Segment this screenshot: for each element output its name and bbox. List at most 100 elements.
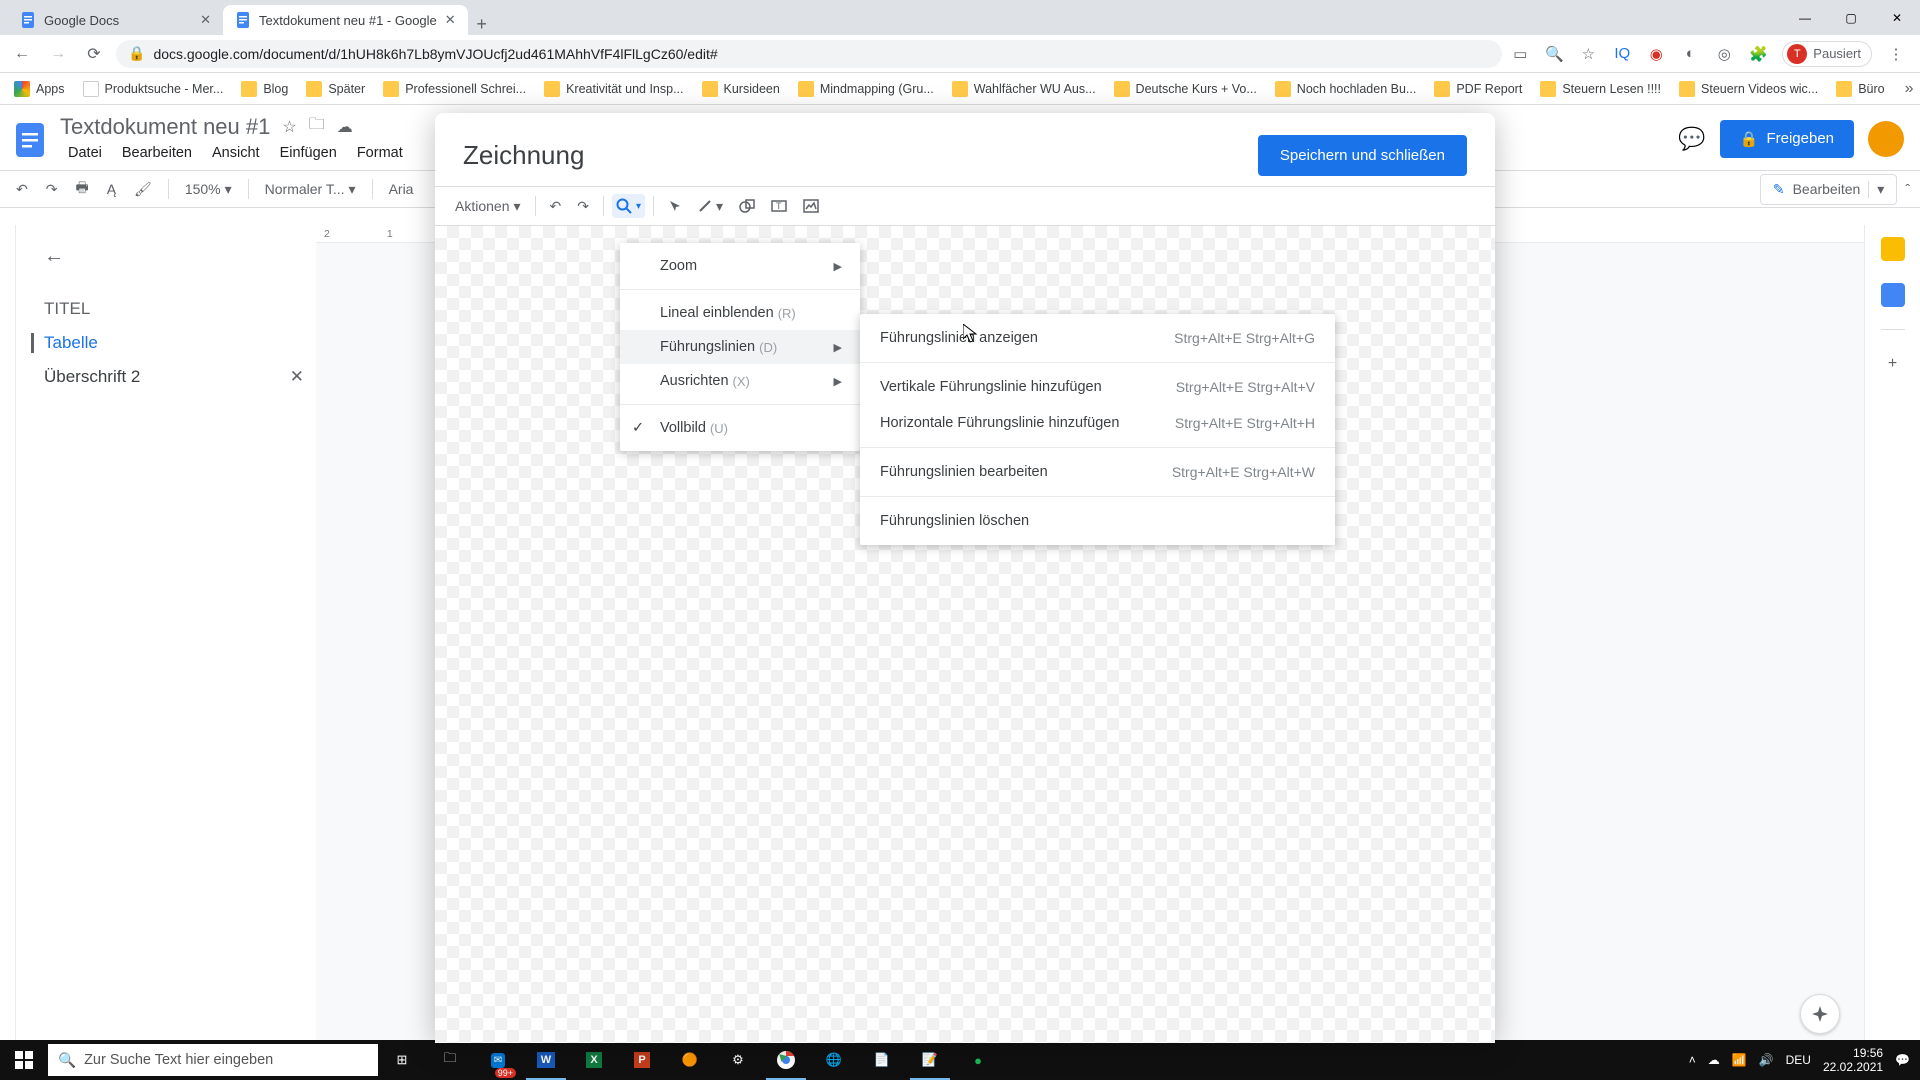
star-icon[interactable]: ☆ — [1578, 44, 1598, 64]
undo-button[interactable]: ↶ — [10, 177, 34, 202]
taskbar-search[interactable]: 🔍 Zur Suche Text hier eingeben — [48, 1044, 378, 1076]
url-field[interactable]: 🔒 docs.google.com/document/d/1hUH8k6h7Lb… — [116, 40, 1502, 68]
menu-einfuegen[interactable]: Einfügen — [272, 142, 345, 164]
word-icon[interactable]: W — [522, 1040, 570, 1080]
save-and-close-button[interactable]: Speichern und schließen — [1258, 135, 1467, 176]
bookmarks-overflow[interactable]: » — [1897, 80, 1920, 98]
bookmark-item[interactable]: Büro — [1830, 77, 1890, 101]
app-icon[interactable]: 📄 — [858, 1040, 906, 1080]
menu-item-align[interactable]: Ausrichten (X) ▶ — [620, 364, 860, 398]
paint-format-button[interactable]: 🖌 — [128, 177, 158, 202]
close-window-button[interactable]: ✕ — [1874, 0, 1920, 35]
mail-icon[interactable]: ✉ 99+ — [474, 1040, 522, 1080]
bookmark-item[interactable]: Später — [300, 77, 371, 101]
cast-icon[interactable]: ▭ — [1510, 44, 1530, 64]
extensions-menu-icon[interactable]: 🧩 — [1748, 44, 1768, 64]
textbox-tool-button[interactable]: T — [765, 194, 793, 218]
line-tool-button[interactable]: ▾ — [692, 194, 729, 219]
kebab-menu-icon[interactable]: ⋮ — [1886, 44, 1906, 64]
obs-icon[interactable]: ⚙ — [714, 1040, 762, 1080]
collapse-toolbar-button[interactable]: ˆ — [1905, 181, 1910, 197]
menu-ansicht[interactable]: Ansicht — [204, 142, 268, 164]
font-select[interactable]: Aria — [383, 177, 420, 201]
bookmark-item[interactable]: Wahlfächer WU Aus... — [946, 77, 1102, 101]
remove-outline-icon[interactable]: ✕ — [290, 367, 304, 387]
add-addon-icon[interactable]: + — [1881, 352, 1905, 376]
keep-icon[interactable] — [1881, 237, 1905, 261]
chrome-icon[interactable] — [762, 1040, 810, 1080]
task-view-button[interactable]: ⊞ — [378, 1040, 426, 1080]
wifi-icon[interactable]: 📶 — [1732, 1053, 1747, 1067]
submenu-item-edit-guides[interactable]: Führungslinien bearbeiten Strg+Alt+E Str… — [860, 454, 1335, 490]
style-select[interactable]: Normaler T... ▾ — [259, 177, 362, 202]
bookmark-item[interactable]: Mindmapping (Gru... — [792, 77, 940, 101]
notepad-icon[interactable]: 📝 — [906, 1040, 954, 1080]
redo-button[interactable]: ↷ — [571, 194, 595, 219]
explorer-icon[interactable]: 🗀 — [426, 1040, 474, 1080]
menu-bearbeiten[interactable]: Bearbeiten — [114, 142, 200, 164]
docs-logo-icon[interactable] — [10, 119, 50, 159]
spotify-icon[interactable]: ● — [954, 1040, 1002, 1080]
document-title[interactable]: Textdokument neu #1 — [60, 114, 270, 140]
extension-icon[interactable]: ◐ — [1680, 44, 1700, 64]
onedrive-icon[interactable]: ☁ — [1708, 1053, 1720, 1067]
app-icon[interactable]: 🟠 — [666, 1040, 714, 1080]
menu-item-zoom[interactable]: Zoom▶ — [620, 249, 860, 283]
back-button[interactable]: ← — [8, 40, 36, 68]
menu-format[interactable]: Format — [349, 142, 411, 164]
maximize-button[interactable]: ▢ — [1828, 0, 1874, 35]
explore-button[interactable] — [1800, 994, 1840, 1034]
zoom-tool-button[interactable]: ▾ — [612, 194, 645, 218]
language-indicator[interactable]: DEU — [1786, 1053, 1811, 1067]
outline-item[interactable]: Überschrift 2 ✕ — [44, 367, 304, 387]
star-icon[interactable]: ☆ — [282, 117, 296, 137]
print-button[interactable]: 🖶 — [69, 173, 94, 205]
apps-bookmark[interactable]: Apps — [8, 77, 71, 101]
bookmark-item[interactable]: Steuern Videos wic... — [1673, 77, 1824, 101]
mode-select[interactable]: ✎ Bearbeiten ▾ — [1760, 174, 1897, 205]
spellcheck-button[interactable]: Ą — [101, 177, 122, 201]
outline-close-icon[interactable]: ← — [44, 245, 64, 268]
browser-tab-0[interactable]: Google Docs ✕ — [8, 5, 223, 35]
tab-close-icon[interactable]: ✕ — [200, 12, 211, 28]
menu-datei[interactable]: Datei — [60, 142, 110, 164]
bookmark-item[interactable]: Deutsche Kurs + Vo... — [1108, 77, 1263, 101]
bookmark-item[interactable]: Blog — [235, 77, 294, 101]
submenu-item-add-vertical[interactable]: Vertikale Führungslinie hinzufügen Strg+… — [860, 369, 1335, 405]
account-avatar[interactable] — [1868, 121, 1904, 157]
tasks-icon[interactable] — [1881, 283, 1905, 307]
move-icon[interactable]: 🗀 — [309, 113, 325, 140]
browser-tab-1[interactable]: Textdokument neu #1 - Google ✕ — [223, 5, 468, 35]
image-tool-button[interactable] — [797, 194, 825, 218]
forward-button[interactable]: → — [44, 40, 72, 68]
comments-icon[interactable]: 💬 — [1678, 126, 1705, 152]
undo-button[interactable]: ↶ — [544, 194, 568, 219]
bookmark-item[interactable]: Produktsuche - Mer... — [77, 77, 230, 101]
reload-button[interactable]: ⟳ — [80, 40, 108, 68]
shape-tool-button[interactable] — [733, 194, 761, 218]
powerpoint-icon[interactable]: P — [618, 1040, 666, 1080]
menu-item-fullscreen[interactable]: ✓ Vollbild (U) — [620, 411, 860, 445]
menu-item-ruler[interactable]: Lineal einblenden (R) — [620, 296, 860, 330]
bookmark-item[interactable]: Kreativität und Insp... — [538, 77, 689, 101]
minimize-button[interactable]: — — [1782, 0, 1828, 35]
extension-icon[interactable]: ◉ — [1646, 44, 1666, 64]
volume-icon[interactable]: 🔊 — [1759, 1053, 1774, 1067]
notifications-icon[interactable]: 💬 — [1895, 1053, 1910, 1067]
taskbar-clock[interactable]: 19:56 22.02.2021 — [1823, 1046, 1883, 1074]
share-button[interactable]: 🔒 Freigeben — [1720, 120, 1854, 158]
actions-menu-button[interactable]: Aktionen ▾ — [449, 194, 527, 219]
select-tool-button[interactable] — [662, 195, 688, 217]
profile-paused-chip[interactable]: T Pausiert — [1782, 41, 1872, 67]
edge-icon[interactable]: 🌐 — [810, 1040, 858, 1080]
submenu-item-add-horizontal[interactable]: Horizontale Führungslinie hinzufügen Str… — [860, 405, 1335, 441]
bookmark-item[interactable]: Kursideen — [696, 77, 786, 101]
outline-title[interactable]: TITEL — [44, 299, 304, 319]
zoom-select[interactable]: 150% ▾ — [179, 177, 238, 202]
excel-icon[interactable]: X — [570, 1040, 618, 1080]
extension-icon[interactable]: ◎ — [1714, 44, 1734, 64]
bookmark-item[interactable]: Steuern Lesen !!!! — [1534, 77, 1667, 101]
tray-chevron-icon[interactable]: ˄ — [1689, 1053, 1696, 1067]
submenu-item-delete-guides[interactable]: Führungslinien löschen — [860, 503, 1335, 539]
outline-item[interactable]: Tabelle — [31, 333, 304, 353]
